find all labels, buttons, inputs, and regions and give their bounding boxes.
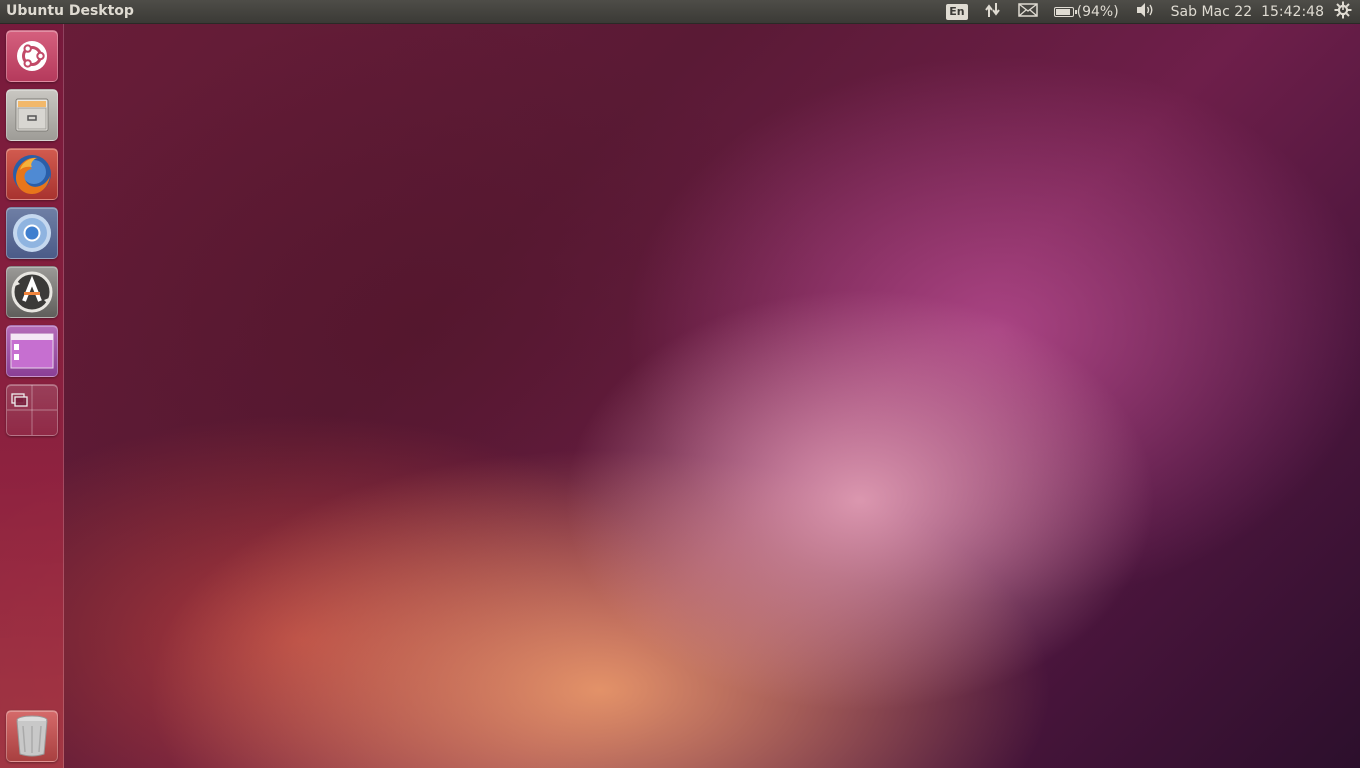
clock-indicator[interactable]: Sab Mac 22 15:42:48 bbox=[1163, 0, 1330, 24]
keyboard-layout-label: En bbox=[946, 4, 968, 20]
battery-indicator[interactable]: (94%) bbox=[1046, 0, 1127, 24]
mail-icon bbox=[1017, 3, 1038, 21]
top-panel: Ubuntu Desktop En (94%) Sab Mac 22 15:42… bbox=[0, 0, 1360, 24]
network-icon bbox=[984, 2, 1002, 22]
messaging-indicator[interactable] bbox=[1010, 0, 1046, 24]
power-gear-icon bbox=[1334, 1, 1352, 23]
ubuntu-logo-icon bbox=[15, 39, 49, 73]
battery-icon bbox=[1053, 7, 1077, 17]
file-cabinet-icon bbox=[12, 95, 52, 135]
window-title: Ubuntu Desktop bbox=[6, 3, 134, 19]
firefox-launcher-button[interactable] bbox=[6, 148, 58, 200]
window-app-icon bbox=[10, 331, 54, 371]
desktop-wallpaper: Ubuntu Desktop En (94%) Sab Mac 22 15:42… bbox=[0, 0, 1360, 768]
window-app-launcher-button[interactable] bbox=[6, 325, 58, 377]
volume-icon bbox=[1135, 2, 1155, 22]
software-updater-icon bbox=[10, 270, 54, 314]
chromium-launcher-button[interactable] bbox=[6, 207, 58, 259]
trash-launcher-button[interactable] bbox=[6, 710, 58, 762]
workspace-switcher-icon bbox=[7, 385, 57, 435]
trash-icon bbox=[13, 714, 51, 758]
firefox-icon bbox=[10, 152, 54, 196]
sound-indicator[interactable] bbox=[1127, 0, 1163, 24]
files-launcher-button[interactable] bbox=[6, 89, 58, 141]
software-updater-launcher-button[interactable] bbox=[6, 266, 58, 318]
unity-launcher bbox=[0, 24, 64, 768]
workspace-switcher-button[interactable] bbox=[6, 384, 58, 436]
session-menu-indicator[interactable] bbox=[1330, 0, 1360, 24]
battery-percent-label: (94%) bbox=[1076, 4, 1119, 20]
network-indicator[interactable] bbox=[976, 0, 1010, 24]
clock-date: Sab Mac 22 bbox=[1170, 4, 1253, 20]
keyboard-layout-indicator[interactable]: En bbox=[938, 0, 975, 24]
indicator-area: En (94%) Sab Mac 22 15:42:48 bbox=[938, 0, 1360, 24]
clock-time: 15:42:48 bbox=[1261, 4, 1324, 20]
dash-home-button[interactable] bbox=[6, 30, 58, 82]
battery-level-fill bbox=[1055, 9, 1070, 15]
chromium-icon bbox=[11, 212, 53, 254]
